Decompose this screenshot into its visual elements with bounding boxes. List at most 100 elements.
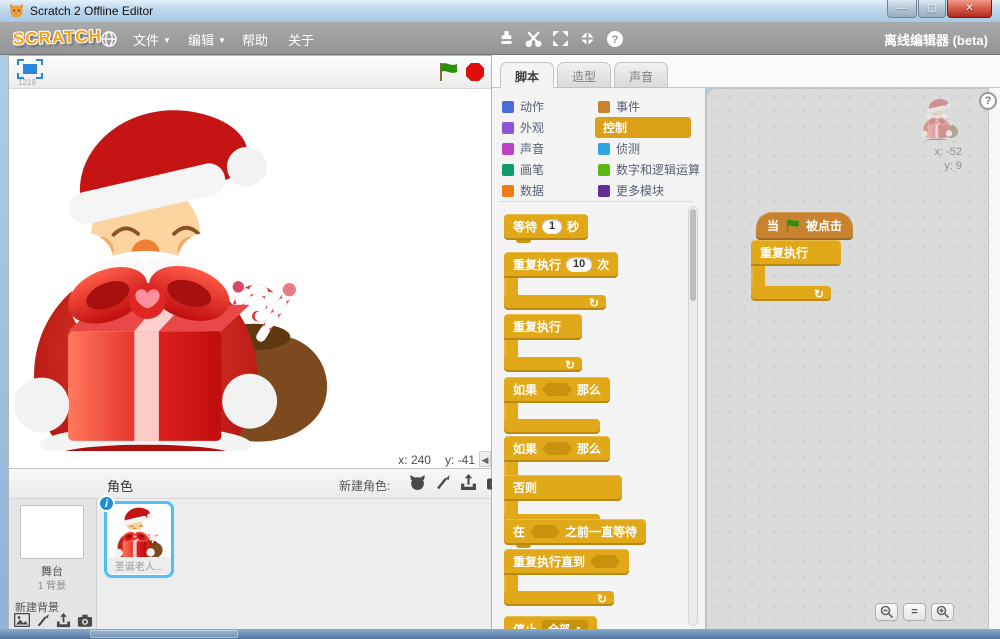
shrink-sprite-icon[interactable]	[579, 30, 597, 48]
category-operators[interactable]: 数字和逻辑运算	[598, 161, 700, 178]
santa-sprite-image[interactable]	[13, 93, 335, 451]
title-bar: Scratch 2 Offline Editor — ▢ ✕	[0, 0, 1000, 22]
category-sound[interactable]: 声音	[502, 140, 544, 157]
block-wait-secs[interactable]: 等待 1 秒	[504, 214, 589, 243]
sprite-name-label: 圣诞老人...	[107, 557, 171, 574]
block-forever[interactable]: 重复执行 ↻	[504, 314, 582, 372]
menu-bar: SCRATCH 文件 ▼ 编辑 ▼ 帮助 关于 ? 离线编辑器 (beta)	[0, 22, 1000, 55]
condition-slot[interactable]	[542, 383, 573, 396]
mouse-y-readout: y: -41	[444, 453, 475, 467]
maximize-button[interactable]: ▢	[918, 0, 946, 18]
editor-mode-label: 离线编辑器 (beta)	[883, 33, 988, 48]
category-data[interactable]: 数据	[502, 182, 544, 199]
sensing-swatch	[598, 142, 610, 155]
sprite-y-readout: y: 9	[944, 160, 962, 172]
stage-thumbnail[interactable]	[20, 505, 84, 559]
events-swatch	[598, 100, 610, 113]
sprite-info-icon[interactable]: i	[98, 495, 115, 512]
help-panel-strip	[988, 88, 1000, 631]
sprite-thumbnail-image	[114, 505, 164, 561]
sprite-panel-header: 角色 新建角色:	[9, 469, 503, 499]
paint-new-sprite-icon[interactable]	[435, 474, 451, 496]
block-if-else[interactable]: 如果 那么 否则	[504, 436, 622, 529]
script-forever-block[interactable]: 重复执行 ↻	[751, 240, 841, 301]
script-zoom-controls: =	[875, 603, 954, 621]
menu-about[interactable]: 关于	[288, 30, 314, 49]
condition-slot[interactable]	[542, 442, 573, 455]
tab-costumes[interactable]: 造型	[557, 62, 612, 88]
sprite-thumbnail-santa[interactable]: i 圣诞老人...	[98, 495, 174, 578]
data-swatch	[502, 184, 514, 197]
scratch-logo[interactable]: SCRATCH	[13, 26, 103, 49]
svg-text:?: ?	[612, 34, 619, 46]
wait-value-input[interactable]: 1	[542, 219, 563, 234]
palette-scrollbar-thumb[interactable]	[690, 209, 696, 301]
scratch-editor-window: Scratch 2 Offline Editor — ▢ ✕ SCRATCH 文…	[0, 0, 1000, 639]
repeat-value-input[interactable]: 10	[566, 257, 593, 272]
loop-arrow-icon: ↻	[588, 295, 599, 310]
stage-panel: 1219 x: 240 y: -41 ◀	[8, 55, 492, 469]
sprite-x-readout: x: -52	[934, 146, 962, 158]
duplicate-stamp-icon[interactable]	[498, 30, 516, 48]
category-pen[interactable]: 画笔	[502, 161, 544, 178]
more-blocks-swatch	[598, 184, 610, 197]
script-when-flag-clicked[interactable]: 当 被点击	[756, 212, 854, 240]
category-control-selected[interactable]: 控制	[595, 117, 691, 138]
block-palette: 动作 外观 声音 画笔 数据 事件 控制 侦测 数字和逻辑运算 更多模块 等待 …	[492, 88, 706, 631]
stage-header: 1219	[9, 56, 491, 89]
script-area[interactable]: x: -52 y: 9 当 被点击 重复执行 ↻ =	[706, 88, 988, 631]
app-icon	[9, 3, 24, 23]
block-wait-until[interactable]: 在 之前一直等待	[504, 519, 647, 548]
block-help-icon[interactable]: ?	[606, 30, 624, 48]
language-globe-icon[interactable]	[100, 30, 118, 48]
menu-edit[interactable]: 编辑 ▼	[188, 30, 226, 49]
tab-scripts[interactable]: 脚本	[500, 62, 555, 88]
category-sensing[interactable]: 侦测	[598, 140, 640, 157]
condition-slot[interactable]	[590, 555, 621, 568]
category-motion[interactable]: 动作	[502, 98, 544, 115]
block-repeat-until[interactable]: 重复执行直到 ↻	[504, 549, 630, 606]
help-toggle-icon[interactable]: ?	[979, 92, 997, 110]
new-sprite-library-icon[interactable]	[409, 474, 426, 496]
minimize-button[interactable]: —	[887, 0, 917, 18]
pen-swatch	[502, 163, 514, 176]
category-events[interactable]: 事件	[598, 98, 640, 115]
delete-scissors-icon[interactable]	[525, 30, 543, 48]
stop-sign-icon[interactable]	[465, 62, 485, 82]
loop-arrow-icon: ↻	[564, 357, 575, 372]
zoom-in-icon[interactable]	[931, 603, 954, 621]
green-flag-icon[interactable]	[437, 62, 459, 82]
stage-selector-column: 舞台 1 背景 新建背景	[9, 499, 97, 631]
window-title: Scratch 2 Offline Editor	[30, 4, 154, 18]
green-flag-icon	[785, 219, 800, 233]
menu-file[interactable]: 文件 ▼	[133, 30, 171, 49]
looks-swatch	[502, 121, 514, 134]
block-if-then[interactable]: 如果 那么	[504, 377, 611, 434]
close-button[interactable]: ✕	[947, 0, 992, 18]
fullscreen-icon[interactable]	[17, 59, 43, 79]
palette-scrollbar[interactable]	[688, 206, 698, 626]
category-looks[interactable]: 外观	[502, 119, 544, 136]
zoom-reset-button[interactable]: =	[903, 603, 926, 621]
stage-canvas[interactable]	[9, 89, 491, 451]
sprite-panel: 角色 新建角色: 舞台 1 背景 新建背景 i 圣诞老人...	[8, 468, 503, 631]
taskbar-item[interactable]	[90, 630, 238, 638]
sound-swatch	[502, 142, 514, 155]
collapse-stage-icon[interactable]: ◀	[479, 451, 491, 467]
category-more-blocks[interactable]: 更多模块	[598, 182, 664, 199]
tab-sounds[interactable]: 声音	[614, 62, 669, 88]
sprites-title: 角色	[107, 479, 134, 494]
chevron-down-icon: ▼	[163, 36, 171, 45]
motion-swatch	[502, 100, 514, 113]
operators-swatch	[598, 163, 610, 176]
palette-divider	[498, 201, 694, 202]
block-repeat-times[interactable]: 重复执行 10 次 ↻	[504, 252, 619, 310]
menu-help[interactable]: 帮助	[242, 30, 268, 49]
condition-slot[interactable]	[530, 525, 561, 538]
loop-arrow-icon: ↻	[596, 591, 607, 606]
mouse-x-readout: x: 240	[398, 453, 431, 467]
grow-sprite-icon[interactable]	[552, 30, 570, 48]
upload-sprite-icon[interactable]	[460, 474, 477, 496]
zoom-out-icon[interactable]	[875, 603, 898, 621]
chevron-down-icon: ▼	[218, 36, 226, 45]
